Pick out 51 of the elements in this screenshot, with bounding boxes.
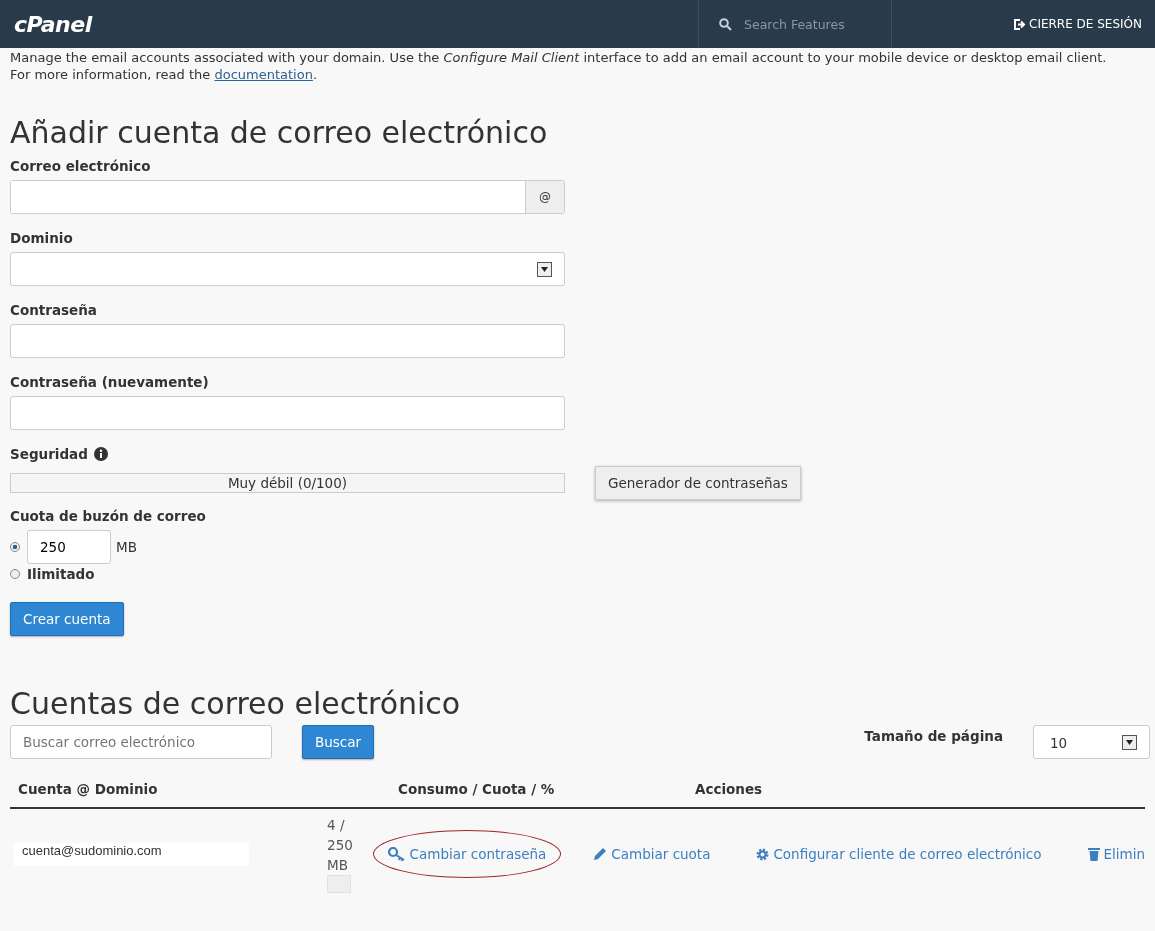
logout-icon — [1014, 18, 1026, 30]
cpanel-logo[interactable]: cPanel — [0, 11, 698, 37]
radio-button[interactable] — [10, 569, 20, 579]
usage-bar — [327, 875, 352, 893]
page-size-select[interactable]: 10 — [1033, 725, 1150, 759]
section-title: Añadir cuenta de correo electrónico — [10, 115, 549, 150]
email-field[interactable]: @ — [10, 180, 565, 214]
usage-text: 4 / — [327, 816, 346, 835]
action-link[interactable]: Configurar cliente de correo electrónico — [756, 846, 1042, 862]
radio-button[interactable] — [10, 542, 20, 552]
logout-button[interactable]: CIERRE DE SESIÓN — [892, 0, 1155, 48]
password-generator-button[interactable]: Generador de contraseñas — [595, 466, 801, 500]
search-email-field[interactable]: Buscar correo electrónico — [10, 725, 272, 759]
field-label: Cuota de buzón de correo — [10, 508, 207, 524]
key-icon — [387, 847, 406, 861]
password-field[interactable] — [10, 324, 565, 358]
usage-text: MB — [327, 856, 350, 875]
action-link[interactable]: Cambiar cuota — [593, 846, 711, 862]
option-label: Ilimitado — [27, 566, 95, 582]
period-text: . — [312, 67, 318, 82]
field-label: Seguridad — [10, 446, 88, 462]
password-field[interactable] — [10, 396, 565, 430]
usage-text: 250 — [327, 836, 354, 855]
intro-text: Manage the email accounts associated with your domain. Use the Configure Mail Client interface to add an email account to your mobile device or desktop email client. — [10, 49, 1108, 66]
info-icon — [93, 447, 108, 461]
column-header: Acciones — [695, 781, 763, 797]
column-header: Cuenta @ Dominio — [17, 781, 159, 797]
documentation-link[interactable]: documentation — [214, 67, 313, 82]
pencil-icon — [593, 847, 608, 861]
at-addon: @ — [525, 181, 564, 213]
domain-select[interactable] — [10, 252, 565, 286]
strength-reading: Muy débil (0/100) — [227, 475, 348, 491]
gear-icon — [756, 847, 770, 861]
search-button[interactable]: Buscar — [302, 725, 375, 759]
account-cell: cuenta@sudominio.com — [14, 842, 250, 866]
search-features-field[interactable]: Search Features — [742, 15, 876, 33]
field-label: Contraseña (nuevamente) — [10, 374, 210, 390]
section-title: Cuentas de correo electrónico — [10, 686, 462, 721]
trash-icon — [1087, 847, 1100, 861]
action-link[interactable]: Elimin — [1087, 846, 1145, 862]
action-link[interactable]: Cambiar contraseña — [387, 846, 547, 862]
field-label: Correo electrónico — [10, 158, 152, 174]
field-label: Contraseña — [10, 302, 98, 318]
quota-field[interactable]: 250 — [27, 530, 111, 564]
search-icon — [719, 17, 732, 31]
unit-text: MB — [116, 539, 137, 555]
create-account-button[interactable]: Crear cuenta — [10, 602, 124, 636]
field-label: Dominio — [10, 230, 74, 246]
page-size-label: Tamaño de página — [864, 728, 1003, 744]
more-info-text: For more information, read the — [10, 67, 211, 82]
column-header: Consumo / Cuota / % — [398, 781, 556, 797]
